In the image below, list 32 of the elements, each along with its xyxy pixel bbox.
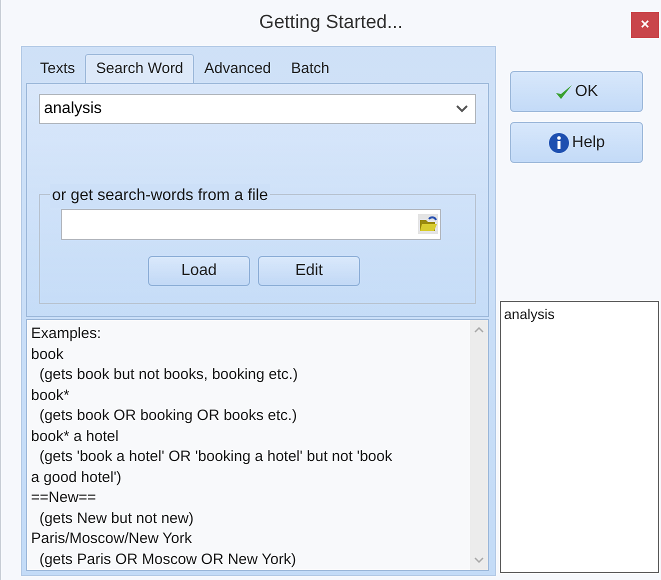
example-line: (gets book OR booking OR books etc.) — [38, 406, 298, 426]
example-line: (gets 'book a hotel' OR 'booking a hotel' but not 'book — [38, 447, 394, 467]
example-line: Paris/Moscow/New York — [31, 529, 193, 549]
example-line: (gets book but not books, booking etc.) — [38, 365, 299, 385]
file-button[interactable]: Edit — [258, 256, 360, 286]
tab[interactable]: Advanced — [194, 54, 281, 83]
list-item[interactable]: analysis — [504, 304, 655, 325]
window-title: Getting Started... — [259, 10, 403, 35]
info-icon — [548, 132, 570, 154]
close-button[interactable]: × — [631, 12, 659, 38]
scroll-down-icon[interactable] — [474, 557, 484, 564]
scroll-up-icon[interactable] — [474, 326, 484, 333]
example-line: Examples: — [31, 324, 102, 344]
file-button[interactable]: Load — [148, 256, 250, 286]
example-line: (gets New but not new) — [38, 508, 195, 528]
search-word-combo[interactable]: analysis — [39, 94, 476, 124]
example-line: a good hotel') — [31, 468, 122, 488]
tab[interactable]: Batch — [281, 54, 340, 83]
example-line: book* a hotel — [31, 426, 120, 446]
scrollbar[interactable] — [470, 320, 488, 570]
tab[interactable]: Texts — [30, 54, 86, 83]
chevron-down-icon — [456, 105, 468, 113]
dialog-button[interactable]: OK — [510, 71, 643, 112]
file-path-field[interactable] — [61, 209, 441, 240]
example-line: ==New== — [31, 488, 98, 508]
example-line: (gets Paris OR Moscow OR New York) — [38, 550, 298, 570]
dialog-button[interactable]: Help — [510, 122, 643, 163]
folder-icon[interactable] — [418, 214, 438, 234]
check-icon — [554, 84, 573, 100]
example-line: book* — [31, 386, 70, 406]
tab[interactable]: Search Word — [85, 54, 194, 83]
example-line: book — [31, 344, 65, 364]
